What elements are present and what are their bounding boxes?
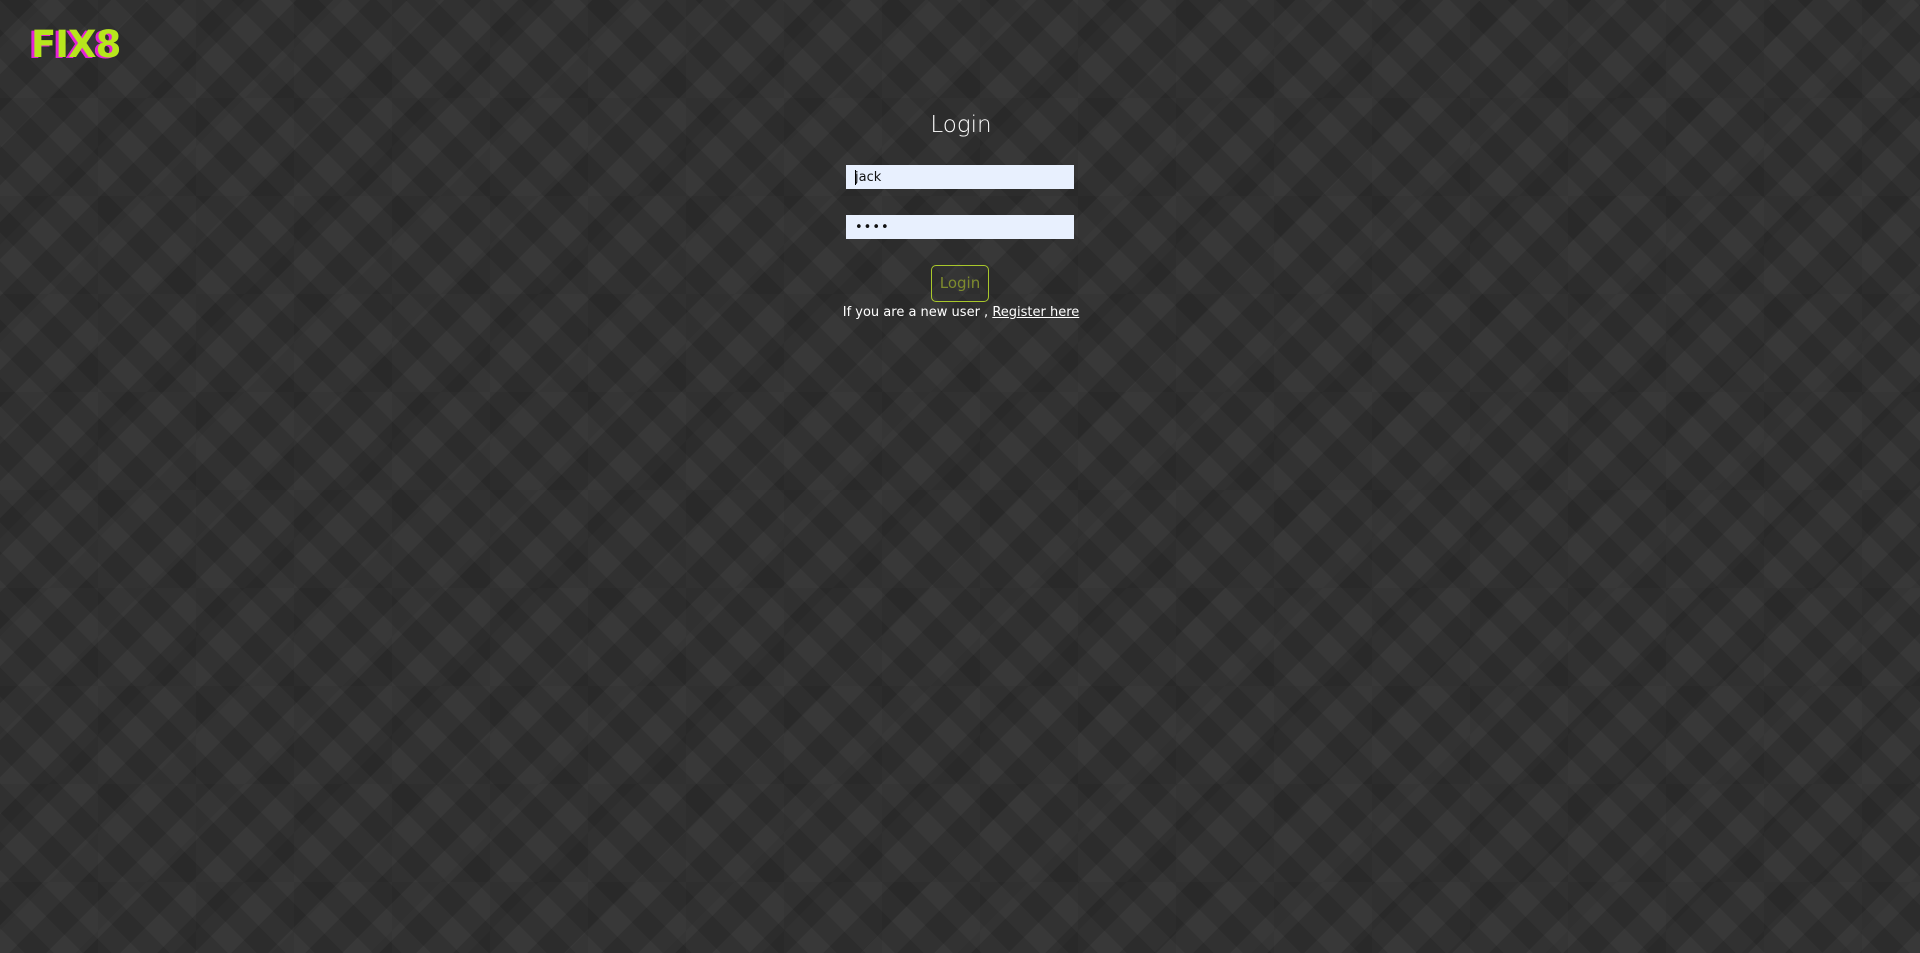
- login-button[interactable]: Login: [931, 265, 989, 302]
- register-link[interactable]: Register here: [992, 305, 1079, 320]
- register-prompt: If you are a new user ,: [842, 305, 989, 320]
- fix8-logo-link[interactable]: FIX8 FIX8: [28, 23, 121, 67]
- page-title: Login: [930, 112, 992, 138]
- password-input[interactable]: [846, 215, 1074, 239]
- username-input[interactable]: [846, 165, 1074, 189]
- register-message: If you are a new user , Register here: [830, 304, 1092, 322]
- text-cursor: [855, 170, 856, 185]
- fix8-logo: FIX8: [31, 23, 121, 66]
